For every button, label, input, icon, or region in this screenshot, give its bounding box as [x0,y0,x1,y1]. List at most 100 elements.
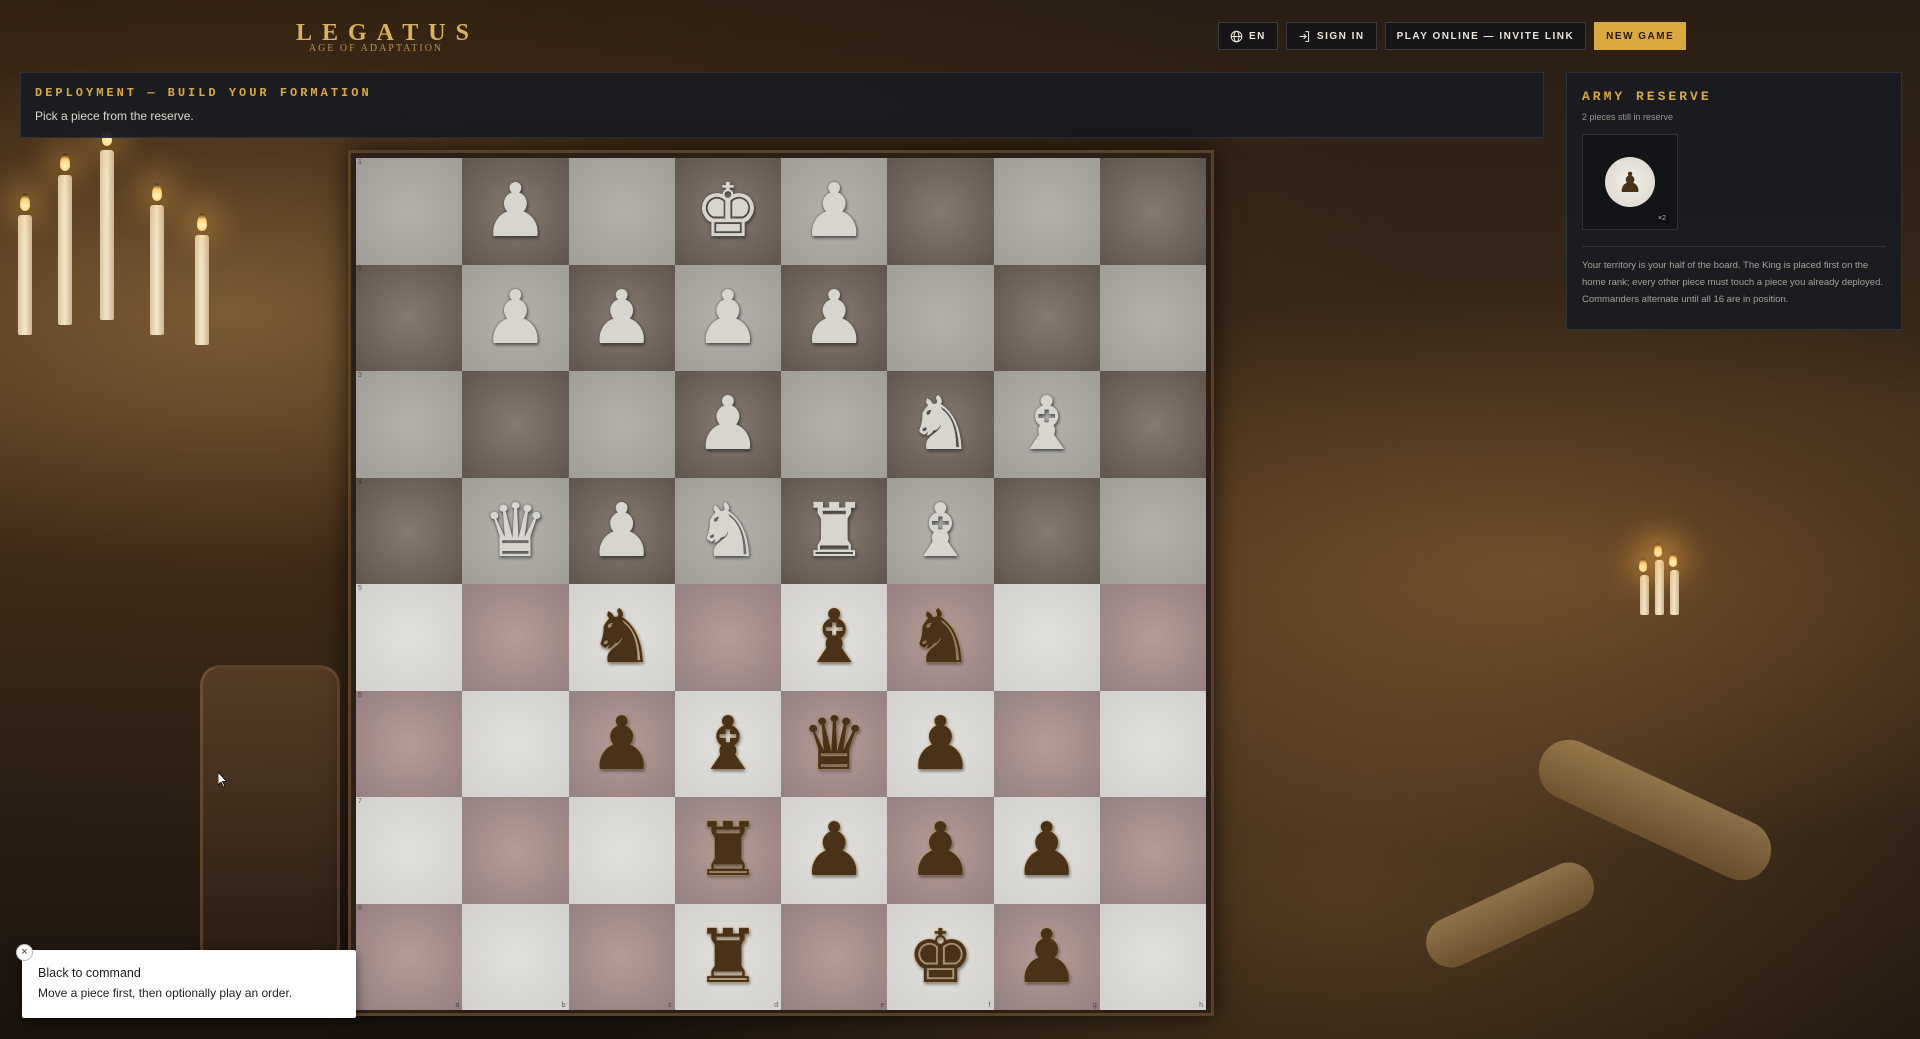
black-pawn-icon[interactable]: ♟ [1013,920,1079,994]
board-square[interactable]: ♝ [674,690,781,797]
board-square[interactable]: ♟ [887,797,994,904]
board-square[interactable] [887,158,994,265]
black-pawn-icon[interactable]: ♟ [907,813,973,887]
board-square[interactable] [1099,797,1206,904]
board-square[interactable]: ♟ [781,158,888,265]
black-pawn-icon[interactable]: ♟ [801,813,867,887]
board-square[interactable]: b [462,903,569,1010]
white-pawn-icon[interactable]: ♟ [588,281,654,355]
close-icon[interactable]: × [16,944,33,961]
language-button[interactable]: EN [1218,22,1278,50]
board-square[interactable]: ♟ [887,690,994,797]
board-square[interactable]: ♜ [674,797,781,904]
board-square[interactable]: 5 [356,584,463,691]
board-square[interactable] [1099,264,1206,371]
board-square[interactable]: 8a [356,903,463,1010]
black-pawn-icon[interactable]: ♟ [1013,813,1079,887]
board-square[interactable]: ♟ [674,264,781,371]
white-rook-icon[interactable]: ♜ [801,494,867,568]
board-square[interactable]: ♟ [781,797,888,904]
board-square[interactable] [462,797,569,904]
board-square[interactable] [674,584,781,691]
board-square[interactable]: d ♜ [674,903,781,1010]
white-knight-icon[interactable]: ♞ [907,387,973,461]
white-king-icon[interactable]: ♚ [695,174,761,248]
board-square[interactable]: g ♟ [993,903,1100,1010]
board-square[interactable]: ♞ [568,584,675,691]
board-square[interactable]: f ♚ [887,903,994,1010]
board-square[interactable]: ♟ [462,158,569,265]
white-queen-icon[interactable]: ♛ [482,494,548,568]
board-square[interactable]: ♛ [462,477,569,584]
board-square[interactable]: ♟ [568,690,675,797]
black-queen-icon[interactable]: ♛ [801,707,867,781]
board-square[interactable] [568,158,675,265]
white-bishop-icon[interactable]: ♝ [1013,387,1079,461]
board-square[interactable]: c [568,903,675,1010]
white-knight-icon[interactable]: ♞ [695,494,761,568]
reserve-pawn-token[interactable]: ♟ [1605,157,1655,207]
board-square[interactable]: 2 [356,264,463,371]
app-logo[interactable]: LEGATUS AGE OF ADAPTATION [296,20,469,54]
white-pawn-icon[interactable]: ♟ [695,281,761,355]
board-square[interactable] [993,584,1100,691]
board-square[interactable] [887,264,994,371]
board-square[interactable]: ♟ [568,264,675,371]
board-square[interactable] [1099,158,1206,265]
board-square[interactable] [1099,584,1206,691]
white-pawn-icon[interactable]: ♟ [482,281,548,355]
board-square[interactable] [993,158,1100,265]
board-square[interactable]: ♟ [462,264,569,371]
white-pawn-icon[interactable]: ♟ [801,174,867,248]
play-online-button[interactable]: PLAY ONLINE — INVITE LINK [1384,22,1587,50]
white-pawn-icon[interactable]: ♟ [588,494,654,568]
board-square[interactable]: h [1099,903,1206,1010]
new-game-button[interactable]: NEW GAME [1594,22,1687,50]
board-square[interactable]: ♝ [993,371,1100,478]
black-rook-icon[interactable]: ♜ [695,813,761,887]
black-knight-icon[interactable]: ♞ [588,600,654,674]
board-square[interactable]: 4 [356,477,463,584]
board-square[interactable] [781,371,888,478]
board-square[interactable]: ♞ [887,584,994,691]
board-square[interactable] [993,477,1100,584]
board-square[interactable] [462,690,569,797]
board-square[interactable]: ♟ [781,264,888,371]
white-bishop-icon[interactable]: ♝ [907,494,973,568]
white-pawn-icon[interactable]: ♟ [695,387,761,461]
board-square[interactable] [993,690,1100,797]
board-square[interactable]: ♟ [674,371,781,478]
board-square[interactable]: ♜ [781,477,888,584]
black-pawn-icon[interactable]: ♟ [907,707,973,781]
board-square[interactable] [993,264,1100,371]
board-square[interactable]: ♞ [674,477,781,584]
board-square[interactable] [462,371,569,478]
black-king-icon[interactable]: ♚ [907,920,973,994]
black-bishop-icon[interactable]: ♝ [801,600,867,674]
white-pawn-icon[interactable]: ♟ [482,174,548,248]
black-bishop-icon[interactable]: ♝ [695,707,761,781]
board-square[interactable] [1099,371,1206,478]
black-pawn-icon[interactable]: ♟ [588,707,654,781]
board-square[interactable]: 6 [356,690,463,797]
board-square[interactable]: ♝ [781,584,888,691]
board-square[interactable]: ♚ [674,158,781,265]
board-square[interactable]: 3 [356,371,463,478]
board-square[interactable]: 1 [356,158,463,265]
board-square[interactable] [568,797,675,904]
board-square[interactable] [1099,690,1206,797]
black-rook-icon[interactable]: ♜ [695,920,761,994]
board-square[interactable]: ♟ [993,797,1100,904]
board-square[interactable]: e [781,903,888,1010]
board-square[interactable]: ♛ [781,690,888,797]
board-square[interactable]: ♝ [887,477,994,584]
board-square[interactable] [1099,477,1206,584]
white-pawn-icon[interactable]: ♟ [801,281,867,355]
board-square[interactable] [568,371,675,478]
board-square[interactable]: ♞ [887,371,994,478]
black-knight-icon[interactable]: ♞ [907,600,973,674]
board-square[interactable]: 7 [356,797,463,904]
board-square[interactable] [462,584,569,691]
board-square[interactable]: ♟ [568,477,675,584]
reserve-pawn-card[interactable]: ♟ ×2 [1582,134,1678,230]
